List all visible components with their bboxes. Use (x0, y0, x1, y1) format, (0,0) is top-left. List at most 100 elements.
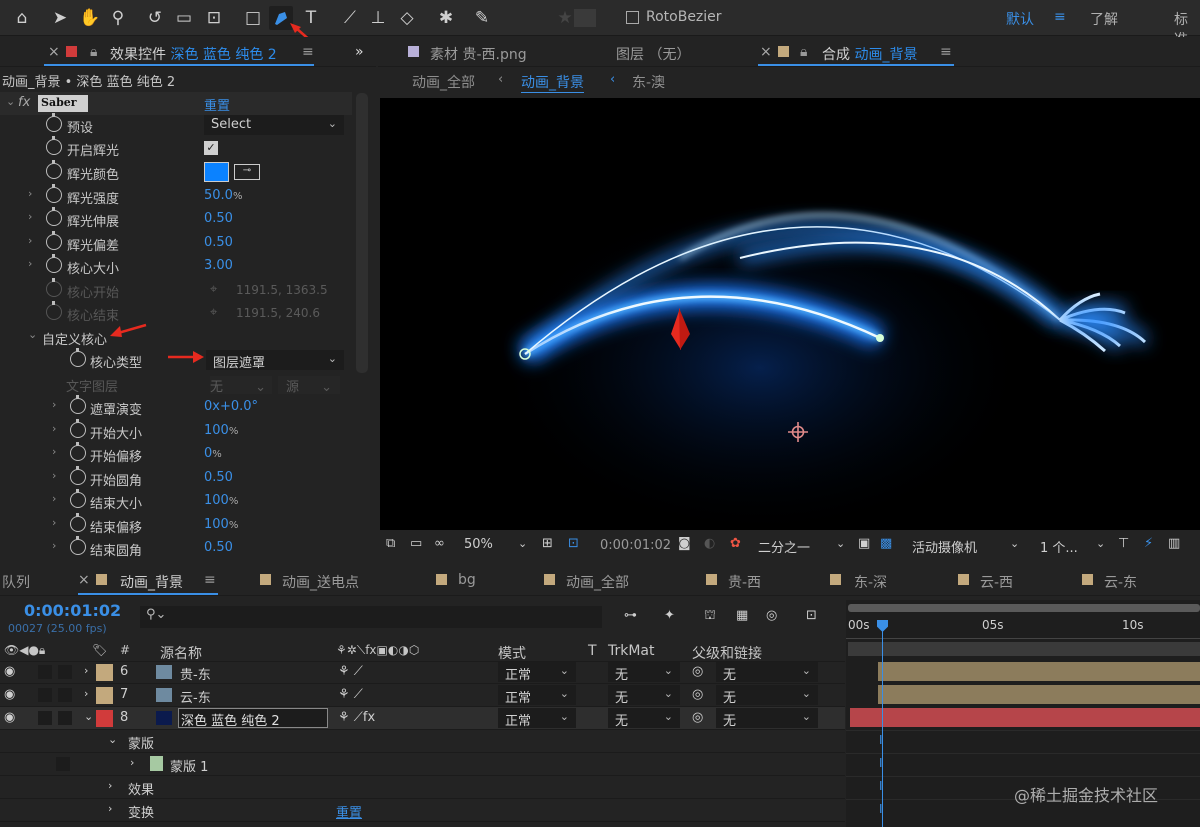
layer-name[interactable]: 云-东 (180, 687, 211, 706)
stopwatch-icon[interactable] (70, 442, 86, 461)
brush-icon[interactable]: ⟋ (338, 6, 362, 30)
lock-toggle[interactable] (58, 711, 72, 725)
timeline-timecode[interactable]: 0:00:01:02 (24, 601, 121, 620)
chevron-down-icon[interactable]: ⌄ (518, 537, 527, 550)
snapshot-icon[interactable]: ◙ (678, 536, 691, 551)
crumb-child[interactable]: 东-澳 (632, 72, 665, 92)
tab-comp-4[interactable]: 贵-西 (728, 572, 761, 592)
stopwatch-icon[interactable] (70, 466, 86, 485)
crumb-current[interactable]: 动画_背景 (521, 72, 584, 93)
layer-search-input[interactable]: ⚲⌄ (140, 606, 602, 628)
playhead-line[interactable] (882, 620, 883, 827)
roto-brush-icon[interactable]: ✱ (434, 6, 458, 30)
start-size-value[interactable]: 100% (204, 423, 238, 438)
trkmat-dropdown[interactable]: 无 ⌄ (608, 662, 680, 683)
pickwhip-icon[interactable]: ◎ (692, 710, 703, 725)
solo-toggle[interactable] (38, 665, 52, 679)
tab-comp-3[interactable]: 动画_全部 (566, 572, 629, 592)
reset-link[interactable]: 重置 (204, 95, 230, 114)
mask-name[interactable]: 蒙版 1 (170, 756, 208, 775)
stopwatch-icon[interactable] (70, 489, 86, 508)
expand-arrow-icon[interactable]: › (52, 469, 56, 482)
parent-dropdown[interactable]: 无 ⌄ (716, 662, 818, 683)
core-size-value[interactable]: 3.00 (204, 258, 233, 273)
stopwatch-icon[interactable] (46, 160, 62, 179)
expand-arrow-icon[interactable]: › (84, 664, 88, 677)
expand-arrow-icon[interactable]: › (52, 516, 56, 529)
expand-panels-icon[interactable]: » (355, 44, 364, 60)
end-offset-value[interactable]: 100% (204, 517, 238, 532)
crumb-all[interactable]: 动画_全部 (412, 72, 475, 92)
stopwatch-icon[interactable] (46, 113, 62, 132)
expand-arrow-icon[interactable]: › (130, 756, 134, 769)
layer-bar-selected[interactable] (850, 708, 1200, 727)
pickwhip-icon[interactable]: ◎ (692, 687, 703, 702)
channel-icon[interactable]: ✿ (730, 536, 741, 551)
end-round-value[interactable]: 0.50 (204, 540, 233, 555)
composition-viewer[interactable] (380, 98, 1200, 530)
views-dropdown[interactable]: 1 个... (1040, 537, 1078, 556)
expand-arrow-icon[interactable]: › (28, 257, 32, 270)
collapse-arrow-icon[interactable]: ⌄ (6, 95, 15, 108)
rectangle-icon[interactable]: □ (241, 6, 265, 30)
lock-icon[interactable]: 🔒︎ (90, 44, 97, 60)
stopwatch-icon[interactable] (70, 348, 86, 367)
mask-color-swatch[interactable] (150, 756, 163, 771)
lock-toggle[interactable] (58, 688, 72, 702)
group-custom-core[interactable]: ⌄ 自定义核心 (0, 326, 352, 349)
puppet-pin-icon[interactable]: ✎ (470, 6, 494, 30)
blend-mode-dropdown[interactable]: 正常 ⌄ (498, 685, 576, 706)
close-icon[interactable]: × (78, 572, 90, 588)
expand-arrow-icon[interactable]: › (28, 187, 32, 200)
show-snapshot-icon[interactable]: ◐ (704, 536, 715, 551)
col-source-name[interactable]: 源名称 (160, 643, 202, 663)
close-icon[interactable]: × (760, 44, 772, 60)
collapse-arrow-icon[interactable]: ⌄ (84, 710, 93, 723)
eye-icon[interactable]: ◉ (4, 664, 15, 679)
home-icon[interactable]: ⌂ (10, 6, 34, 30)
layer-row-selected[interactable]: ◉ ⌄ 8 深色 蓝色 纯色 2 ⚘ ⟋fx 正常 ⌄ 无 ⌄ ◎ 无 ⌄ (0, 707, 845, 730)
close-icon[interactable]: × (48, 44, 60, 60)
layer-name[interactable]: 贵-东 (180, 664, 211, 683)
layer-bar[interactable] (878, 662, 1200, 681)
stopwatch-icon[interactable] (70, 513, 86, 532)
viewer-timecode[interactable]: 0:00:01:02 (600, 538, 671, 553)
timeline-icon[interactable]: ▥ (1168, 536, 1180, 551)
expand-arrow-icon[interactable]: › (52, 539, 56, 552)
fx-icon[interactable]: fx (18, 95, 30, 110)
workspace-menu-icon[interactable]: ≡ (1054, 9, 1066, 25)
blend-mode-dropdown[interactable]: 正常 ⌄ (498, 662, 576, 683)
comp-bar[interactable] (848, 642, 1200, 656)
monitor-icon[interactable]: ▭ (410, 536, 422, 551)
switches-icons[interactable]: ⚘ ⟋ (338, 687, 363, 702)
expand-arrow-icon[interactable]: › (108, 802, 112, 815)
fast-preview-icon[interactable]: ⚡ (1144, 536, 1153, 551)
zoom-value[interactable]: 50% (464, 537, 493, 552)
tab-comp-5[interactable]: 东-深 (854, 572, 887, 592)
clone-stamp-icon[interactable]: ⊥ (366, 6, 390, 30)
expand-arrow-icon[interactable]: › (52, 445, 56, 458)
layer-label-color[interactable] (96, 687, 113, 704)
collapse-arrow-icon[interactable]: ⌄ (28, 328, 37, 341)
layer-bar[interactable] (878, 685, 1200, 704)
expand-arrow-icon[interactable]: › (28, 234, 32, 247)
chevron-down-icon[interactable]: ⌄ (1010, 537, 1019, 550)
group-effects[interactable]: › 效果 (0, 776, 845, 799)
group-transform[interactable]: › 变换 重置 (0, 799, 845, 822)
expand-arrow-icon[interactable]: › (28, 210, 32, 223)
region-icon[interactable]: ⊞ (542, 536, 553, 551)
glow-bias-value[interactable]: 0.50 (204, 235, 233, 250)
tab-effect-controls[interactable]: 效果控件 深色 蓝色 纯色 2 (110, 44, 277, 64)
workspace-learn[interactable]: 了解 (1090, 9, 1118, 29)
graph-editor-icon[interactable]: ⊡ (806, 608, 817, 623)
chevron-down-icon[interactable]: ⌄ (836, 537, 845, 550)
hand-icon[interactable]: ✋ (78, 6, 102, 30)
pickwhip-icon[interactable]: ◎ (692, 664, 703, 679)
transform-reset-link[interactable]: 重置 (336, 802, 362, 821)
parent-dropdown[interactable]: 无 ⌄ (716, 685, 818, 706)
stopwatch-icon[interactable] (70, 419, 86, 438)
lock-toggle[interactable] (56, 757, 70, 771)
start-round-value[interactable]: 0.50 (204, 470, 233, 485)
stopwatch-icon[interactable] (46, 231, 62, 250)
keyframe-marker[interactable]: I (879, 756, 883, 770)
